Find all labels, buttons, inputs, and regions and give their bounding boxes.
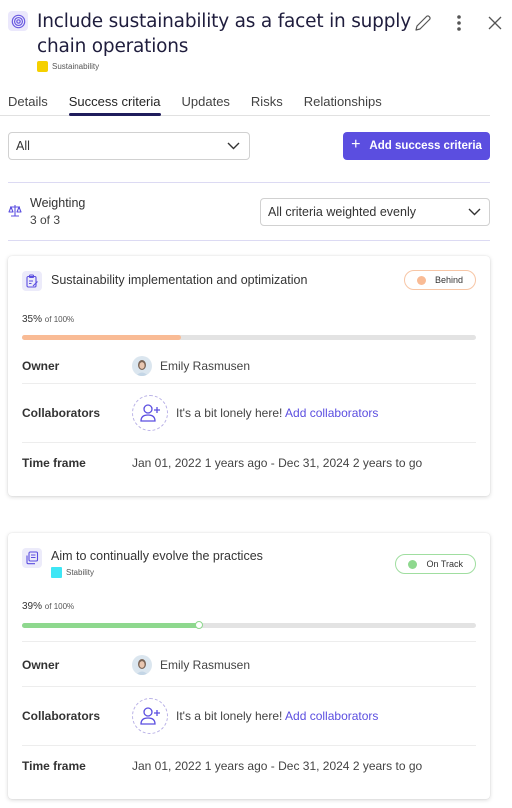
close-button[interactable] <box>484 12 506 34</box>
status-label: On Track <box>426 559 463 569</box>
weighting-count: 3 of 3 <box>30 213 61 227</box>
progress-bar <box>22 335 476 340</box>
add-button-label: Add success criteria <box>369 140 482 152</box>
timeframe-label: Time frame <box>22 456 86 470</box>
category-tag: Stability <box>51 567 94 578</box>
progress-text: 35% of 100% <box>22 314 74 325</box>
timeframe-value: Jan 01, 2022 1 years ago - Dec 31, 2024 … <box>132 456 423 470</box>
progress-of: of 100% <box>44 602 75 611</box>
scale-icon <box>8 204 22 218</box>
tab-risks[interactable]: Risks <box>251 92 283 115</box>
pencil-icon <box>415 15 431 31</box>
collaborators-value: It's a bit lonely here! Add collaborator… <box>132 395 378 431</box>
person-add-icon <box>140 707 160 725</box>
add-collaborator-button[interactable] <box>132 395 168 431</box>
status-label: Behind <box>434 275 463 285</box>
criteria-filter-select[interactable]: All <box>8 132 250 160</box>
collaborators-empty-text: It's a bit lonely here! <box>176 406 283 420</box>
category-tag: Sustainability <box>37 61 99 72</box>
progress-text: 39% of 100% <box>22 601 74 612</box>
plus-icon: + <box>351 136 361 153</box>
collaborators-row: Collaborators It's a bit lonely here! Ad… <box>22 384 476 442</box>
owner-label: Owner <box>22 657 60 672</box>
collaborators-row: Collaborators It's a bit lonely here! Ad… <box>22 687 476 745</box>
owner-name[interactable]: Emily Rasmusen <box>160 658 250 672</box>
progress-of: of 100% <box>44 315 75 324</box>
panel-header: Include sustainability as a facet in sup… <box>0 0 512 80</box>
category-swatch <box>51 567 62 578</box>
owner-value: Emily Rasmusen <box>132 355 250 376</box>
criteria-card: Sustainability implementation and optimi… <box>8 256 490 496</box>
add-collaborators-link[interactable]: Add collaborators <box>285 709 378 723</box>
owner-value: Emily Rasmusen <box>132 654 250 675</box>
progress-fill <box>22 623 200 628</box>
close-icon <box>488 16 502 30</box>
progress-fill <box>22 335 181 340</box>
collaborators-label: Collaborators <box>22 406 101 420</box>
collaborators-value: It's a bit lonely here! Add collaborator… <box>132 698 378 734</box>
add-collaborator-button[interactable] <box>132 698 168 734</box>
page-title: Include sustainability as a facet in sup… <box>37 11 411 57</box>
clipboard-edit-icon <box>22 271 42 291</box>
status-badge[interactable]: Behind <box>403 270 476 290</box>
chevron-down-icon <box>227 142 240 150</box>
owner-row: Owner Emily Rasmusen <box>22 348 476 383</box>
tab-details[interactable]: Details <box>8 92 48 115</box>
tab-bar: Details Success criteria Updates Risks R… <box>0 92 490 116</box>
tab-relationships[interactable]: Relationships <box>304 92 382 115</box>
collaborators-empty-text: It's a bit lonely here! <box>176 709 283 723</box>
edit-button[interactable] <box>412 12 434 34</box>
header-actions <box>412 12 506 34</box>
timeframe-label: Time frame <box>22 759 86 773</box>
tab-updates[interactable]: Updates <box>182 92 230 115</box>
documents-icon <box>22 548 42 568</box>
tab-success-criteria[interactable]: Success criteria <box>68 92 161 116</box>
avatar[interactable] <box>132 654 152 675</box>
more-options-button[interactable] <box>448 12 470 34</box>
weighting-label: Weighting <box>30 196 86 210</box>
progress-value: 39% <box>22 601 43 612</box>
progress-value: 35% <box>22 314 43 325</box>
status-dot <box>416 275 426 285</box>
owner-name[interactable]: Emily Rasmusen <box>160 359 250 373</box>
timeframe-value: Jan 01, 2022 1 years ago - Dec 31, 2024 … <box>132 759 423 773</box>
divider <box>8 240 490 241</box>
avatar[interactable] <box>132 355 152 376</box>
criteria-title[interactable]: Aim to continually evolve the practices <box>51 549 263 563</box>
row-divider <box>22 641 476 642</box>
status-dot <box>408 559 418 569</box>
status-badge[interactable]: On Track <box>395 554 476 574</box>
divider <box>8 182 490 183</box>
criteria-card: Aim to continually evolve the practices … <box>8 533 490 799</box>
collaborators-label: Collaborators <box>22 709 101 723</box>
progress-handle[interactable] <box>195 621 204 629</box>
category-swatch <box>37 61 48 72</box>
owner-row: Owner Emily Rasmusen <box>22 647 476 682</box>
weighting-select-value: All criteria weighted evenly <box>268 205 416 219</box>
person-add-icon <box>140 404 160 422</box>
chevron-down-icon <box>468 208 481 216</box>
weighting-select[interactable]: All criteria weighted evenly <box>260 198 490 226</box>
category-label: Sustainability <box>52 62 100 71</box>
category-label: Stability <box>66 568 95 577</box>
owner-label: Owner <box>22 358 60 373</box>
filter-value: All <box>16 139 30 153</box>
progress-bar <box>22 621 476 629</box>
criteria-title[interactable]: Sustainability implementation and optimi… <box>51 273 307 287</box>
timeframe-row: Time frame Jan 01, 2022 1 years ago - De… <box>22 746 476 786</box>
target-icon <box>8 11 28 31</box>
add-collaborators-link[interactable]: Add collaborators <box>285 406 378 420</box>
timeframe-row: Time frame Jan 01, 2022 1 years ago - De… <box>22 443 476 483</box>
add-success-criteria-button[interactable]: + Add success criteria <box>343 132 490 160</box>
more-vertical-icon <box>457 15 461 31</box>
